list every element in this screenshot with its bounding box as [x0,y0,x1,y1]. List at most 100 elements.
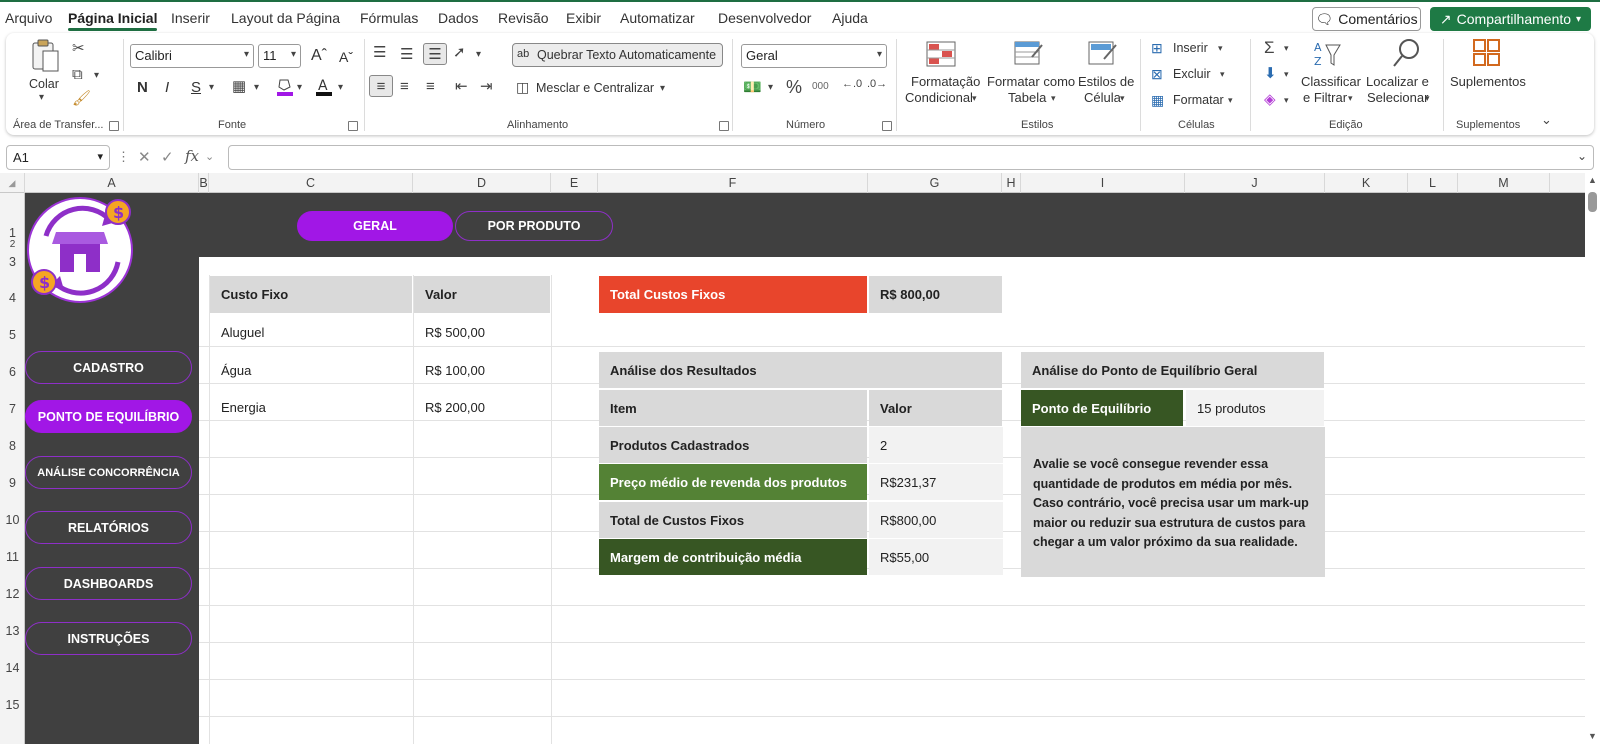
number-format-select[interactable]: Geral ▾ [741,44,887,68]
analysis-header-item[interactable]: Item [599,390,867,426]
sort-filter-icon[interactable]: AZ [1312,39,1342,69]
column-header-a[interactable]: A [25,173,199,193]
thousands-separator-icon[interactable]: 000 [812,82,829,92]
column-header-g[interactable]: G [868,173,1002,193]
sidebar-item-ponto-equilibrio[interactable]: PONTO DE EQUILÍBRIO [25,400,192,433]
fixed-cost-value[interactable]: R$ 200,00 [414,389,550,426]
insert-cells-button[interactable]: Inserir [1173,41,1208,55]
cancel-icon[interactable]: ✕ [138,148,151,166]
sidebar-item-analise-concorrencia[interactable]: ANÁLISE CONCORRÊNCIA [25,456,192,489]
column-header-c[interactable]: C [209,173,413,193]
font-size-select[interactable]: 11 ▾ [258,44,301,68]
percent-icon[interactable]: % [786,78,802,96]
insert-cells-icon[interactable]: ⊞ [1151,41,1163,55]
wrap-text-button[interactable]: ab Quebrar Texto Automaticamente [512,43,723,67]
row-header-3[interactable]: 3 [0,255,25,269]
bold-button[interactable]: N [137,79,148,96]
conditional-format-label2[interactable]: Condicional [905,90,973,105]
sidebar-item-cadastro[interactable]: CADASTRO [25,351,192,384]
cell-styles-label2[interactable]: Célula [1084,90,1121,105]
scroll-up-icon[interactable]: ▲ [1588,175,1597,185]
chevron-down-icon[interactable]: ▾ [1284,96,1289,105]
analysis-row-label[interactable]: Produtos Cadastrados [599,427,867,463]
increase-indent-icon[interactable]: ⇥ [480,79,493,94]
chevron-down-icon[interactable]: ▾ [768,83,773,93]
column-header-l[interactable]: L [1408,173,1458,193]
align-left-icon[interactable]: ≡ [369,75,393,97]
share-button[interactable]: ↗ Compartilhamento ▾ [1430,7,1591,31]
column-header-e[interactable]: E [551,173,598,193]
delete-cells-button[interactable]: Excluir [1173,67,1211,81]
format-table-label1[interactable]: Formatar como [987,74,1075,89]
row-header-5[interactable]: 5 [0,328,25,342]
menu-exibir[interactable]: Exibir [566,10,601,26]
chevron-down-icon[interactable]: ▾ [1220,70,1225,79]
conditional-format-label1[interactable]: Formatação [911,74,980,89]
fill-icon[interactable]: ⬇ [1264,66,1277,81]
decrease-indent-icon[interactable]: ⇤ [455,79,468,94]
row-header-8[interactable]: 8 [0,439,25,453]
chevron-down-icon[interactable]: ▾ [1120,94,1125,103]
analysis-title[interactable]: Análise dos Resultados [599,352,1002,388]
row-header-2[interactable]: 2 [0,239,25,250]
paste-label[interactable]: Colar [29,77,59,91]
chevron-down-icon[interactable]: ▾ [660,84,665,94]
formula-input[interactable]: ⌄ [228,145,1594,170]
breakeven-note[interactable]: Avalie se você consegue revender essa qu… [1021,427,1325,577]
number-launcher-icon[interactable] [882,121,892,131]
select-all-corner[interactable]: ◢ [0,173,25,193]
find-select-label1[interactable]: Localizar e [1366,74,1429,89]
vertical-scrollbar[interactable]: ▲ ▼ [1585,173,1600,744]
column-header-f[interactable]: F [598,173,868,193]
merge-center-button[interactable]: Mesclar e Centralizar [536,81,654,95]
row-header-6[interactable]: 6 [0,365,25,379]
more-options-icon[interactable]: ⋮ [117,149,130,165]
chevron-down-icon[interactable]: ▾ [254,83,259,93]
fixed-cost-item[interactable]: Energia [210,389,412,426]
cut-icon[interactable]: ✂ [72,41,85,56]
row-header-12[interactable]: 12 [0,587,25,601]
autosum-icon[interactable]: Σ [1264,39,1275,56]
chevron-down-icon[interactable]: ⌄ [205,150,214,163]
fill-color-icon[interactable] [276,77,294,97]
format-table-icon[interactable] [1014,41,1044,67]
fixed-cost-item[interactable]: Aluguel [210,314,412,351]
fixed-cost-item[interactable]: Água [210,352,412,389]
enter-icon[interactable]: ✓ [161,148,174,166]
align-center-icon[interactable]: ≡ [400,79,409,94]
format-table-label2[interactable]: Tabela [1008,90,1046,105]
row-header-15[interactable]: 15 [0,698,25,712]
column-header-i[interactable]: I [1021,173,1185,193]
decrease-decimal-icon[interactable]: .0→ [867,79,887,90]
chevron-down-icon[interactable]: ▾ [1425,94,1430,103]
row-header-13[interactable]: 13 [0,624,25,638]
row-header-1[interactable]: 1 [0,226,25,240]
column-header-b[interactable]: B [199,173,209,193]
chevron-down-icon[interactable]: ▾ [1284,44,1289,53]
analysis-row-label[interactable]: Preço médio de revenda dos produtos [599,464,867,500]
increase-decimal-icon[interactable]: ←.0 [842,79,862,90]
currency-icon[interactable]: 💵 [743,80,762,95]
cell-styles-label1[interactable]: Estilos de [1078,74,1134,89]
total-fixed-value[interactable]: R$ 800,00 [869,276,1002,313]
chevron-down-icon[interactable]: ▾ [297,83,302,93]
breakeven-title[interactable]: Análise do Ponto de Equilíbrio Geral [1021,352,1324,388]
row-header-10[interactable]: 10 [0,513,25,527]
tab-geral[interactable]: GERAL [297,211,453,241]
copy-icon[interactable]: ⧉ [72,67,83,82]
chevron-down-icon[interactable]: ▾ [1228,96,1233,105]
align-right-icon[interactable]: ≡ [426,79,435,94]
align-bottom-icon[interactable]: ☰ [423,43,447,65]
align-middle-icon[interactable]: ☰ [400,47,413,62]
menu-automatizar[interactable]: Automatizar [620,10,695,26]
align-top-icon[interactable]: ☰ [373,45,386,60]
increase-font-icon[interactable]: Aˆ [311,47,327,65]
menu-layout[interactable]: Layout da Página [231,10,340,26]
breakeven-value[interactable]: 15 produtos [1186,390,1324,426]
sidebar-item-instrucoes[interactable]: INSTRUÇÕES [25,622,192,655]
cell-styles-icon[interactable] [1088,41,1118,67]
analysis-row-value[interactable]: 2 [869,427,1003,463]
italic-button[interactable]: I [165,79,169,96]
column-header-m[interactable]: M [1458,173,1550,193]
analysis-header-value[interactable]: Valor [869,390,1002,426]
